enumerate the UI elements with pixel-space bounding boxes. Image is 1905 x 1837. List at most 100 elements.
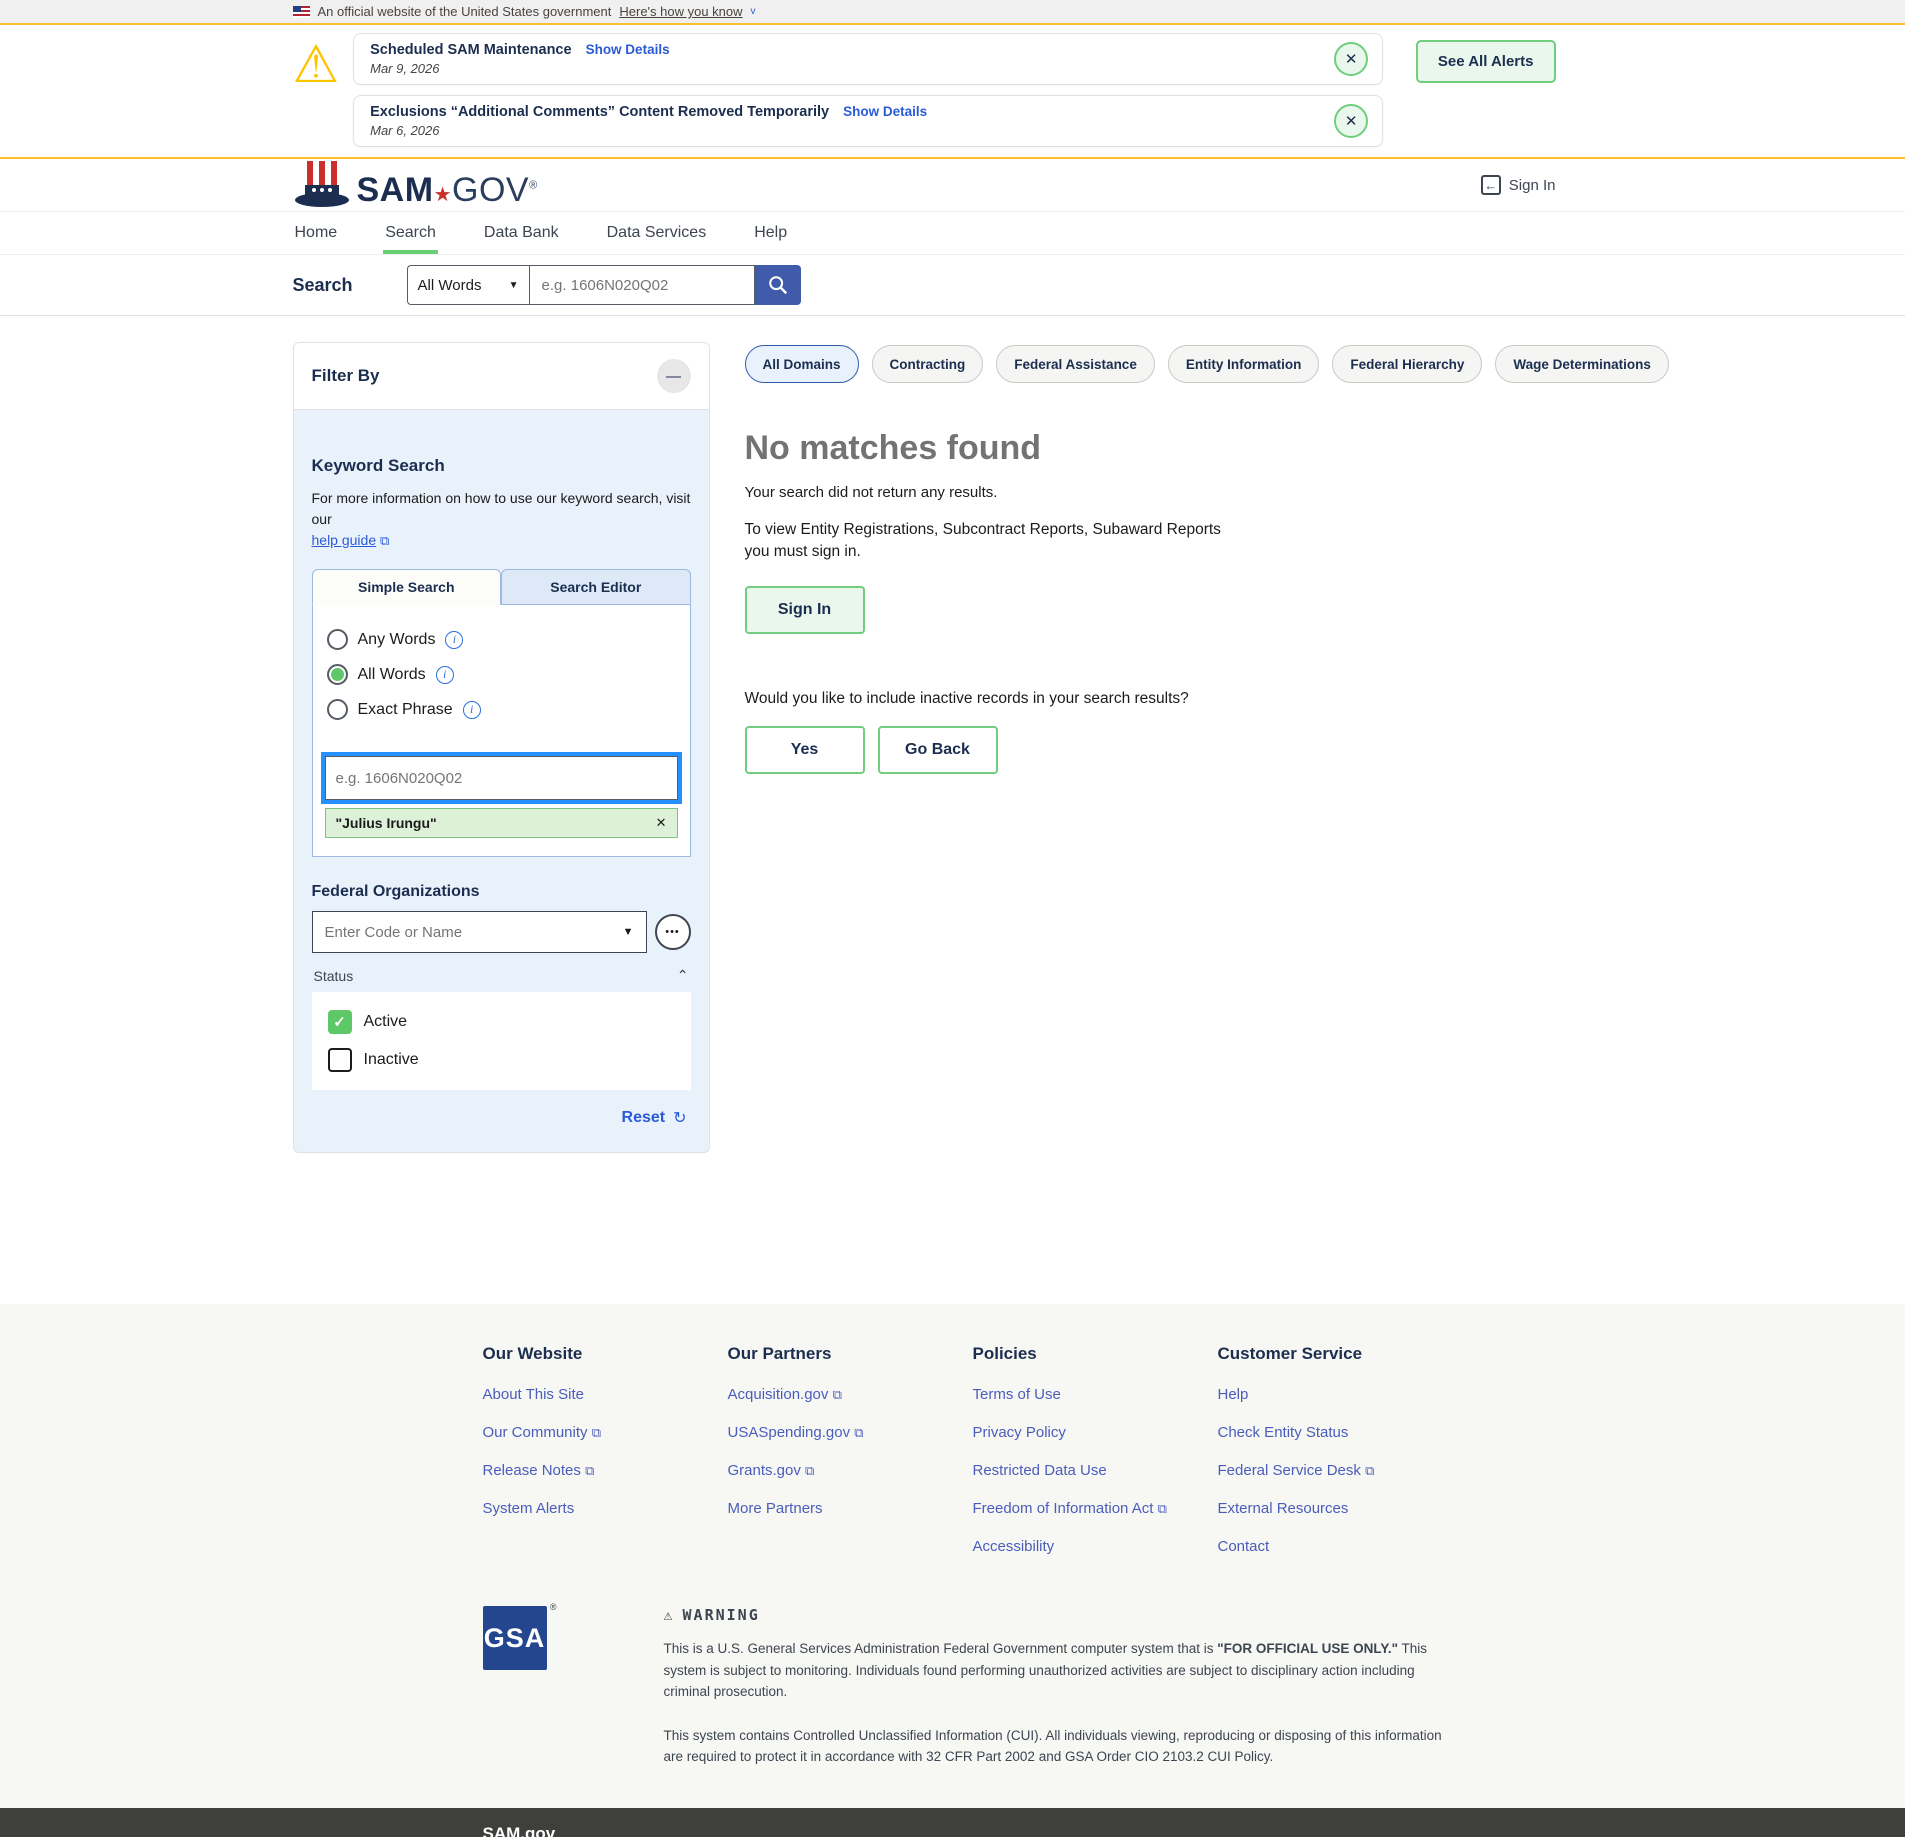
gov-banner: An official website of the United States… <box>0 0 1905 25</box>
footer-link-external-resources[interactable]: External Resources <box>1218 1500 1463 1517</box>
domain-pill-federal-assistance[interactable]: Federal Assistance <box>996 345 1155 383</box>
keyword-search-input[interactable] <box>325 756 678 800</box>
federal-organizations-title: Federal Organizations <box>312 883 691 901</box>
nav-item-home[interactable]: Home <box>293 212 340 254</box>
domain-pill-contracting[interactable]: Contracting <box>872 345 984 383</box>
chip-close-icon[interactable]: ✕ <box>656 815 667 831</box>
nav-item-search[interactable]: Search <box>383 212 438 254</box>
footer-link-system-alerts[interactable]: System Alerts <box>483 1500 728 1517</box>
footer-col-title: Our Website <box>483 1344 728 1364</box>
federal-organizations-input[interactable] <box>325 924 623 941</box>
search-mode-select[interactable]: All Words ▼ <box>407 265 529 305</box>
radio-any-words[interactable] <box>327 629 348 650</box>
info-icon[interactable]: i <box>445 631 463 649</box>
reset-icon: ↻ <box>673 1108 686 1128</box>
footer-link-more-partners[interactable]: More Partners <box>728 1500 973 1517</box>
gov-banner-text: An official website of the United States… <box>318 4 612 19</box>
help-guide-link[interactable]: help guide <box>312 532 377 548</box>
header-sign-in-link[interactable]: ← Sign In <box>1481 175 1556 195</box>
nav-item-data-bank[interactable]: Data Bank <box>482 212 561 254</box>
footer-link-usaspending-gov[interactable]: USASpending.gov ⧉ <box>728 1424 973 1441</box>
footer-link-privacy-policy[interactable]: Privacy Policy <box>973 1424 1218 1441</box>
domain-pill-federal-hierarchy[interactable]: Federal Hierarchy <box>1332 345 1482 383</box>
footer-link-our-community[interactable]: Our Community ⧉ <box>483 1424 728 1441</box>
close-icon[interactable]: ✕ <box>1334 104 1368 138</box>
sign-in-label: Sign In <box>1509 177 1556 194</box>
search-submit-button[interactable] <box>755 265 801 305</box>
checkbox-active-label: Active <box>364 1013 408 1031</box>
see-all-alerts-button[interactable]: See All Alerts <box>1416 40 1556 83</box>
footer-link-about-this-site[interactable]: About This Site <box>483 1386 728 1403</box>
keyword-search-title: Keyword Search <box>312 456 691 476</box>
radio-exact-phrase-label: Exact Phrase <box>358 701 453 719</box>
search-icon <box>767 274 789 296</box>
yes-button[interactable]: Yes <box>745 726 865 774</box>
close-icon[interactable]: ✕ <box>1334 42 1368 76</box>
footer-col-title: Customer Service <box>1218 1344 1463 1364</box>
keyword-chip: "Julius Irungu" ✕ <box>325 808 678 838</box>
reset-link[interactable]: Reset <box>622 1109 666 1127</box>
logo-star-icon: ★ <box>434 184 452 206</box>
sign-in-button[interactable]: Sign In <box>745 586 865 634</box>
external-link-icon: ⧉ <box>1158 1501 1167 1516</box>
domain-pill-wage-determinations[interactable]: Wage Determinations <box>1495 345 1669 383</box>
info-icon[interactable]: i <box>463 701 481 719</box>
footer-link-restricted-data-use[interactable]: Restricted Data Use <box>973 1462 1218 1479</box>
footer-link-acquisition-gov[interactable]: Acquisition.gov ⧉ <box>728 1386 973 1403</box>
include-inactive-question: Would you like to include inactive recor… <box>745 690 1669 708</box>
keyword-info-text: For more information on how to use our k… <box>312 490 691 527</box>
checkbox-active[interactable]: ✓ <box>328 1010 352 1034</box>
more-options-icon[interactable]: ••• <box>655 914 691 950</box>
footer-link-check-entity-status[interactable]: Check Entity Status <box>1218 1424 1463 1441</box>
go-back-button[interactable]: Go Back <box>878 726 998 774</box>
keyword-chip-label: "Julius Irungu" <box>336 815 437 831</box>
footer-link-help[interactable]: Help <box>1218 1386 1463 1403</box>
federal-organizations-combobox[interactable]: ▼ <box>312 911 647 953</box>
uncle-sam-hat-icon <box>293 159 351 211</box>
tab-simple-search[interactable]: Simple Search <box>312 569 502 605</box>
footer-link-contact[interactable]: Contact <box>1218 1538 1463 1555</box>
radio-all-words[interactable] <box>327 664 348 685</box>
chevron-down-icon: v <box>751 6 756 17</box>
global-search-input[interactable] <box>529 265 755 305</box>
footer-col-title: Policies <box>973 1344 1218 1364</box>
sign-in-icon: ← <box>1481 175 1501 195</box>
us-flag-icon <box>293 6 310 18</box>
external-link-icon: ⧉ <box>833 1387 842 1402</box>
show-details-link[interactable]: Show Details <box>586 42 670 57</box>
collapse-filter-button[interactable]: — <box>657 359 691 393</box>
radio-exact-phrase[interactable] <box>327 699 348 720</box>
logo-registered-mark: ® <box>529 180 538 192</box>
footer-link-release-notes[interactable]: Release Notes ⧉ <box>483 1462 728 1479</box>
info-icon[interactable]: i <box>436 666 454 684</box>
gsa-registered-mark: ® <box>550 1602 557 1612</box>
chevron-up-icon[interactable]: ⌃ <box>677 967 689 984</box>
external-link-icon: ⧉ <box>1365 1463 1374 1478</box>
domain-pill-entity-information[interactable]: Entity Information <box>1168 345 1320 383</box>
external-link-icon: ⧉ <box>592 1425 601 1440</box>
footer-link-terms-of-use[interactable]: Terms of Use <box>973 1386 1218 1403</box>
how-you-know-link[interactable]: Here's how you know <box>619 4 742 19</box>
footer-sam-gov-title: SAM.gov <box>483 1824 1463 1837</box>
checkbox-inactive[interactable] <box>328 1048 352 1072</box>
show-details-link[interactable]: Show Details <box>843 104 927 119</box>
sam-gov-logo[interactable]: SAM★GOV® <box>293 159 538 211</box>
warning-paragraph-2: This system contains Controlled Unclassi… <box>664 1725 1463 1768</box>
footer-link-accessibility[interactable]: Accessibility <box>973 1538 1218 1555</box>
nav-item-data-services[interactable]: Data Services <box>605 212 709 254</box>
alert-title: Exclusions “Additional Comments” Content… <box>370 104 829 120</box>
tab-search-editor[interactable]: Search Editor <box>501 569 691 605</box>
footer-link-foia[interactable]: Freedom of Information Act ⧉ <box>973 1500 1218 1517</box>
status-title: Status <box>314 968 354 984</box>
caret-down-icon: ▼ <box>509 280 519 291</box>
external-link-icon: ⧉ <box>854 1425 863 1440</box>
identifier-footer: SAM.gov An official website of the U.S. … <box>0 1808 1905 1837</box>
alert-card-exclusions: Exclusions “Additional Comments” Content… <box>353 95 1383 147</box>
domain-pill-all-domains[interactable]: All Domains <box>745 345 859 383</box>
nav-item-help[interactable]: Help <box>752 212 789 254</box>
search-label: Search <box>293 275 353 296</box>
footer-link-grants-gov[interactable]: Grants.gov ⧉ <box>728 1462 973 1479</box>
footer-link-federal-service-desk[interactable]: Federal Service Desk ⧉ <box>1218 1462 1463 1479</box>
external-link-icon: ⧉ <box>380 533 389 548</box>
alert-date: Mar 6, 2026 <box>370 123 1334 138</box>
